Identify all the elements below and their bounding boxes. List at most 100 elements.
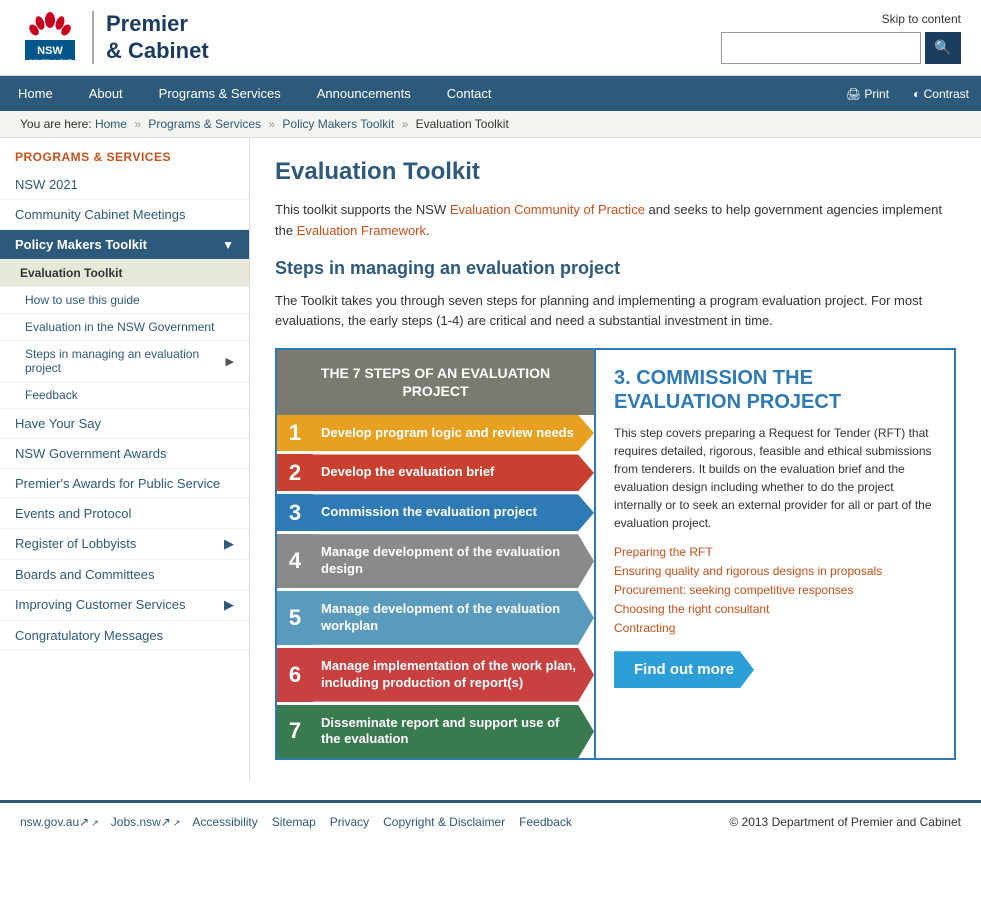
list-item: Contracting [614, 620, 936, 635]
list-item: Ensuring quality and rigorous designs in… [614, 563, 936, 578]
step-label-2: Develop the evaluation brief [313, 454, 594, 491]
breadcrumb-sep-1: » [134, 117, 141, 131]
step-label-4: Manage development of the evaluation des… [313, 534, 594, 588]
step-row-4[interactable]: 4 Manage development of the evaluation d… [277, 534, 594, 591]
sidebar-section-title: PROGRAMS & SERVICES [0, 138, 249, 170]
search-button[interactable]: 🔍 [925, 32, 961, 64]
contracting-link[interactable]: Contracting [614, 621, 675, 635]
nav-announcements[interactable]: Announcements [299, 76, 429, 111]
sidebar-item-boards[interactable]: Boards and Committees [0, 560, 249, 590]
nav-programs-services[interactable]: Programs & Services [141, 76, 299, 111]
procurement-link[interactable]: Procurement: seeking competitive respons… [614, 583, 853, 597]
search-input[interactable] [721, 32, 921, 64]
step-label-6: Manage implementation of the work plan, … [313, 648, 594, 702]
nsw-logo: NSW GOVERNMENT [20, 10, 80, 65]
logo-area: NSW GOVERNMENT Premier& Cabinet [20, 10, 209, 65]
sidebar-item-nsw2021[interactable]: NSW 2021 [0, 170, 249, 200]
sidebar-item-community-cabinet[interactable]: Community Cabinet Meetings [0, 200, 249, 230]
step-row-3[interactable]: 3 Commission the evaluation project [277, 494, 594, 534]
list-item: Procurement: seeking competitive respons… [614, 582, 936, 597]
step-row-1[interactable]: 1 Develop program logic and review needs [277, 415, 594, 455]
body-text: The Toolkit takes you through seven step… [275, 291, 956, 333]
breadcrumb-sep-3: » [402, 117, 409, 131]
sidebar-item-premiers-awards[interactable]: Premier's Awards for Public Service [0, 469, 249, 499]
sidebar-item-customer-services[interactable]: Improving Customer Services ▶ [0, 590, 249, 621]
sidebar-item-nsw-awards[interactable]: NSW Government Awards [0, 439, 249, 469]
footer-link-copyright[interactable]: Copyright & Disclaimer [383, 815, 507, 829]
footer-link-sitemap[interactable]: Sitemap [272, 815, 318, 829]
step-row-2[interactable]: 2 Develop the evaluation brief [277, 454, 594, 494]
sidebar-item-have-your-say[interactable]: Have Your Say [0, 409, 249, 439]
step-number-2: 2 [277, 454, 313, 491]
steps-section-title: Steps in managing an evaluation project [275, 258, 956, 279]
sidebar-item-steps[interactable]: Steps in managing an evaluation project … [0, 341, 249, 382]
intro-text: This toolkit supports the NSW Evaluation… [275, 200, 956, 242]
chevron-down-icon: ▼ [222, 238, 234, 252]
breadcrumb-toolkit[interactable]: Policy Makers Toolkit [282, 117, 394, 131]
steps-left-panel: THE 7 STEPS OF AN EVALUATION PROJECT 1 D… [277, 350, 594, 758]
footer-link-feedback[interactable]: Feedback [519, 815, 574, 829]
footer-links: nsw.gov.au↗ Jobs.nsw↗ Accessibility Site… [20, 815, 574, 829]
step-label-5: Manage development of the evaluation wor… [313, 591, 594, 645]
step-number-3: 3 [277, 494, 313, 531]
nav-contact[interactable]: Contact [429, 76, 510, 111]
nav-home[interactable]: Home [0, 76, 71, 111]
sidebar-item-steps-label: Steps in managing an evaluation project [25, 347, 226, 375]
nav-utilities: 🖨 Print ◐ Contrast [834, 77, 981, 111]
sidebar-item-congratulatory[interactable]: Congratulatory Messages [0, 621, 249, 651]
page-title: Evaluation Toolkit [275, 158, 956, 186]
step-number-4: 4 [277, 534, 313, 588]
main-nav: Home About Programs & Services Announcem… [0, 76, 981, 111]
evaluation-framework-link[interactable]: Evaluation Framework [297, 223, 426, 238]
step-row-7[interactable]: 7 Disseminate report and support use of … [277, 705, 594, 759]
step-label-3: Commission the evaluation project [313, 494, 594, 531]
skip-to-content-link[interactable]: Skip to content [882, 12, 961, 26]
rft-link[interactable]: Preparing the RFT [614, 545, 713, 559]
panel-title: 3. COMMISSION THE EVALUATION PROJECT [614, 366, 936, 414]
print-button[interactable]: 🖨 Print [834, 77, 901, 111]
list-item: Preparing the RFT [614, 544, 936, 559]
sidebar-item-policy-makers[interactable]: Policy Makers Toolkit ▼ [0, 230, 249, 260]
site-footer: nsw.gov.au↗ Jobs.nsw↗ Accessibility Site… [0, 800, 981, 841]
find-out-more-container: Find out more [614, 651, 936, 688]
chevron-right-icon-customer: ▶ [224, 597, 234, 613]
breadcrumb-current: Evaluation Toolkit [416, 117, 509, 131]
panel-description: This step covers preparing a Request for… [614, 424, 936, 532]
breadcrumb-prefix: You are here: [20, 117, 95, 131]
step-number-6: 6 [277, 648, 313, 702]
contrast-button[interactable]: ◐ Contrast [901, 77, 981, 111]
sidebar-item-evaluation-toolkit[interactable]: Evaluation Toolkit [0, 260, 249, 287]
step-number-5: 5 [277, 591, 313, 645]
list-item: Choosing the right consultant [614, 601, 936, 616]
steps-diagram: THE 7 STEPS OF AN EVALUATION PROJECT 1 D… [275, 348, 956, 760]
footer-link-accessibility[interactable]: Accessibility [192, 815, 259, 829]
quality-link[interactable]: Ensuring quality and rigorous designs in… [614, 564, 882, 578]
footer-link-privacy[interactable]: Privacy [330, 815, 371, 829]
footer-link-nsw[interactable]: nsw.gov.au↗ [20, 815, 99, 829]
sidebar-item-how-to-use[interactable]: How to use this guide [0, 287, 249, 314]
step-label-1: Develop program logic and review needs [313, 415, 594, 452]
sidebar-item-lobbyists[interactable]: Register of Lobbyists ▶ [0, 529, 249, 560]
svg-text:NSW: NSW [37, 45, 63, 57]
consultant-link[interactable]: Choosing the right consultant [614, 602, 769, 616]
sidebar-item-evaluation-nsw[interactable]: Evaluation in the NSW Government [0, 314, 249, 341]
step-row-5[interactable]: 5 Manage development of the evaluation w… [277, 591, 594, 648]
breadcrumb-home[interactable]: Home [95, 117, 127, 131]
breadcrumb: You are here: Home » Programs & Services… [0, 111, 981, 138]
evaluation-community-link[interactable]: Evaluation Community of Practice [450, 202, 645, 217]
sidebar-item-events[interactable]: Events and Protocol [0, 499, 249, 529]
site-name: Premier& Cabinet [92, 11, 209, 64]
nav-about[interactable]: About [71, 76, 141, 111]
step-label-7: Disseminate report and support use of th… [313, 705, 594, 759]
breadcrumb-programs[interactable]: Programs & Services [148, 117, 261, 131]
find-out-more-button[interactable]: Find out more [614, 651, 754, 688]
step-row-6[interactable]: 6 Manage implementation of the work plan… [277, 648, 594, 705]
site-header: NSW GOVERNMENT Premier& Cabinet Skip to … [0, 0, 981, 76]
step-number-7: 7 [277, 705, 313, 759]
steps-diagram-header: THE 7 STEPS OF AN EVALUATION PROJECT [277, 350, 594, 414]
step-number-1: 1 [277, 415, 313, 452]
sidebar-item-label: Policy Makers Toolkit [15, 237, 147, 252]
breadcrumb-sep-2: » [268, 117, 275, 131]
sidebar-item-feedback[interactable]: Feedback [0, 382, 249, 409]
footer-link-jobs[interactable]: Jobs.nsw↗ [111, 815, 181, 829]
